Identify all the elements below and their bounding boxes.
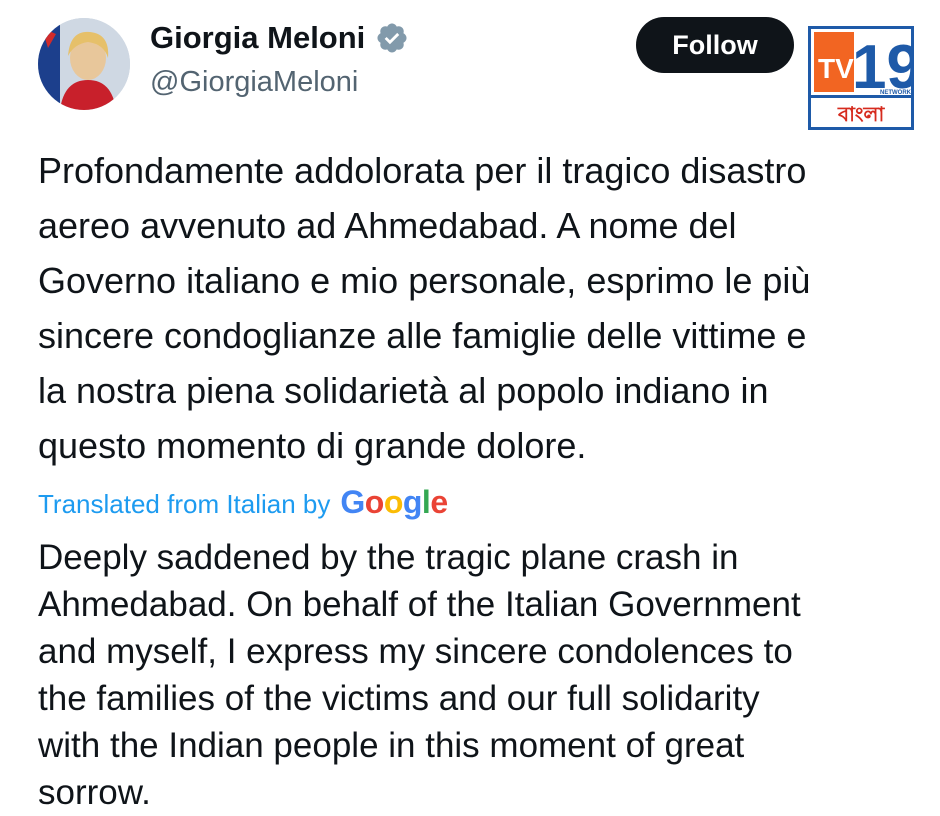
google-logo: Google (340, 484, 448, 521)
tv19-bangla-logo: TV 19 NETWORK বাংলা (808, 26, 914, 130)
google-letter: G (340, 484, 365, 520)
author-handle[interactable]: @GiorgiaMeloni (150, 66, 358, 99)
translation-label[interactable]: Translated from Italian by (38, 489, 330, 520)
author-name[interactable]: Giorgia Meloni (150, 20, 365, 56)
svg-text:বাংলা: বাংলা (837, 102, 885, 126)
tweet-translated-text: Deeply saddened by the tragic plane cras… (38, 538, 801, 812)
svg-text:NETWORK: NETWORK (880, 90, 912, 96)
follow-button[interactable]: Follow (636, 17, 794, 73)
avatar-photo-icon (38, 18, 130, 110)
google-letter: g (402, 484, 423, 520)
svg-text:TV: TV (818, 53, 854, 84)
google-letter: e (430, 484, 448, 520)
google-letter: o (364, 484, 385, 520)
google-letter: o (383, 484, 404, 520)
verified-badge-icon (377, 23, 407, 53)
tweet-original-text: Profondamente addolorata per il tragico … (38, 150, 811, 466)
translation-attribution[interactable]: Translated from Italian by Google (38, 484, 448, 521)
profile-avatar[interactable] (38, 18, 130, 110)
